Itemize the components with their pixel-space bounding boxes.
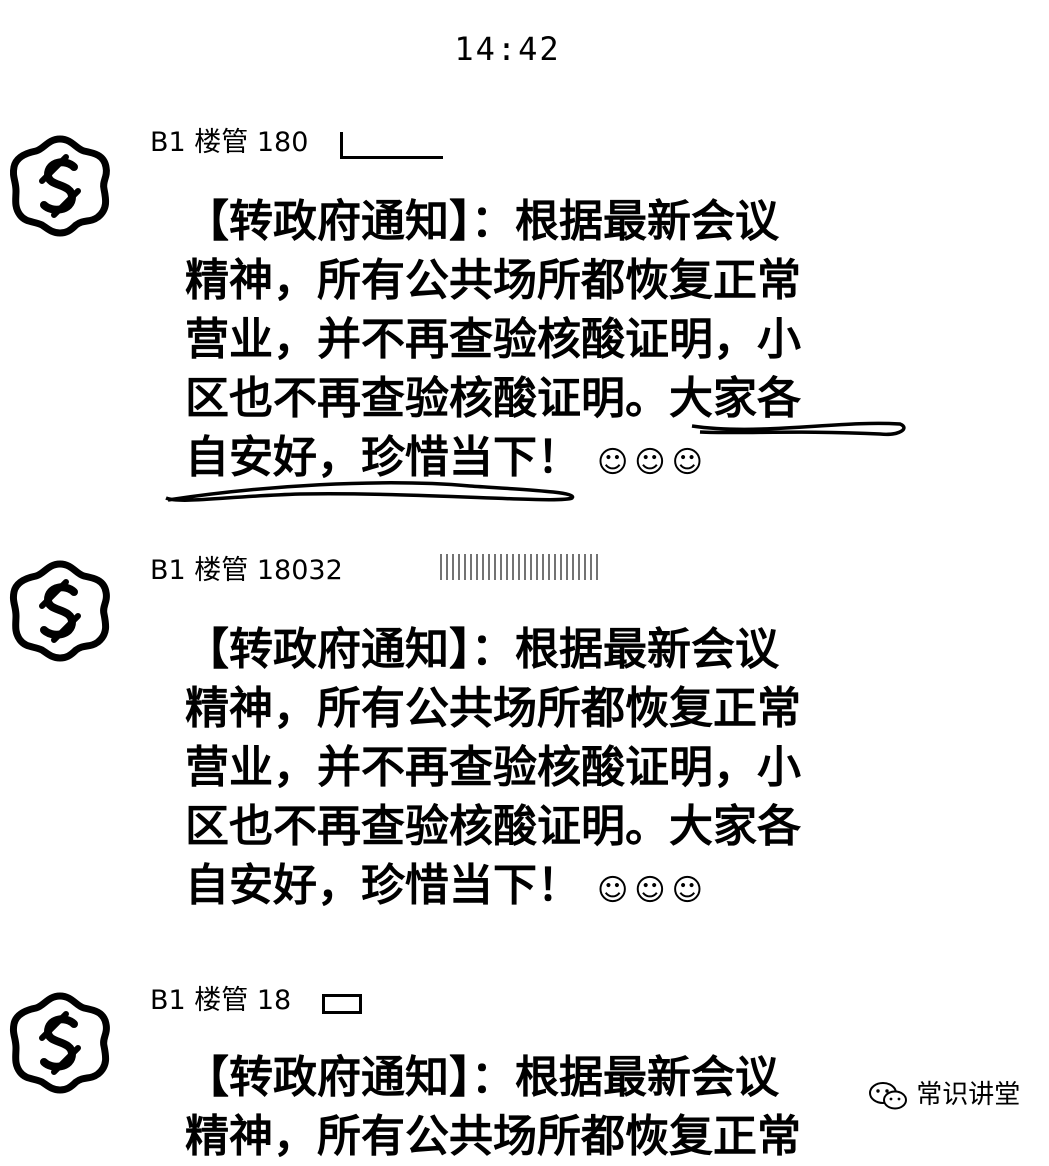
message-line-text: 自安好，珍惜当下！ <box>185 860 581 911</box>
redaction-smudge <box>322 994 362 1014</box>
message-line: 区也不再查验核酸证明。大家各 <box>185 801 801 852</box>
sender-avatar-icon[interactable] <box>8 990 112 1094</box>
message-line: 营业，并不再查验核酸证明，小 <box>185 742 801 793</box>
watermark-text: 常识讲堂 <box>916 1080 1021 1110</box>
message-bubble[interactable]: 【转政府通知】：根据最新会议 精神，所有公共场所都恢复正常 <box>185 1048 905 1166</box>
wechat-icon <box>869 1081 907 1109</box>
sender-name: B1 楼管 18032 <box>150 555 343 586</box>
message-line: 【转政府通知】：根据最新会议 <box>185 1052 779 1103</box>
message-line: 精神，所有公共场所都恢复正常 <box>185 1111 801 1162</box>
message-line-last: 自安好，珍惜当下！ ☺ ☺ ☺ <box>185 856 905 920</box>
emoji-group: ☺ ☺ ☺ <box>597 856 709 920</box>
message-line: 精神，所有公共场所都恢复正常 <box>185 683 801 734</box>
message-line: 【转政府通知】：根据最新会议 <box>185 624 779 675</box>
redaction-smudge <box>440 554 600 580</box>
message-bubble[interactable]: 【转政府通知】：根据最新会议 精神，所有公共场所都恢复正常 营业，并不再查验核酸… <box>185 620 905 920</box>
sender-avatar-icon[interactable] <box>8 558 112 662</box>
message-sender: B1 楼管 18 <box>150 978 362 1017</box>
smile-emoji-icon: ☺ <box>634 873 666 908</box>
sender-name: B1 楼管 18 <box>150 985 292 1016</box>
hand-drawn-underline <box>165 421 906 502</box>
watermark: 常识讲堂 <box>868 1074 1020 1112</box>
smile-emoji-icon: ☺ <box>671 873 703 908</box>
smile-emoji-icon: ☺ <box>597 873 629 908</box>
message-sender: B1 楼管 18032 <box>150 548 600 587</box>
